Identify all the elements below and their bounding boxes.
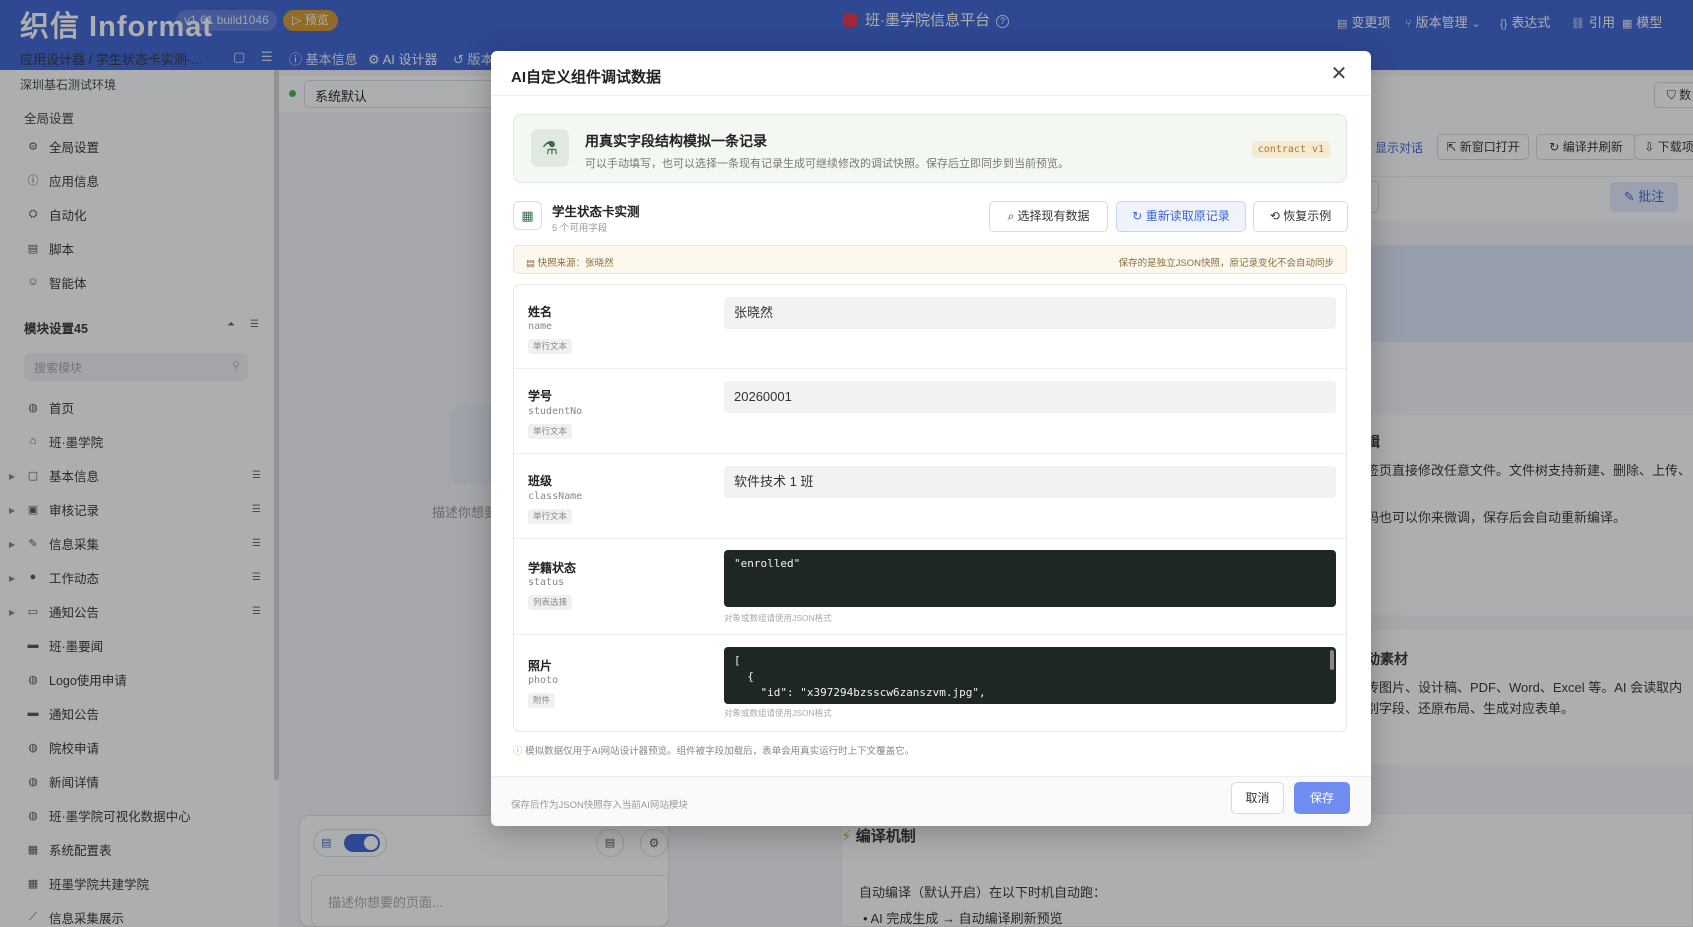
field-type-tag: 列表选择 (528, 595, 573, 610)
field-row: 班级 className 单行文本 软件技术 1 班 (514, 454, 1346, 539)
field-label: 班级 (528, 474, 553, 488)
modal-footer: 保存后作为JSON快照存入当前AI网站模块 取消 保存 (491, 776, 1371, 826)
field-row: 学籍状态 status 列表选择 "enrolled" 对象或数组请使用JSON… (514, 539, 1346, 635)
table-icon: ▦ (513, 201, 542, 230)
test-tube-icon: ⚗ (531, 129, 569, 167)
modal-title: AI自定义组件调试数据 (511, 69, 662, 86)
info-banner: ⚗ 用真实字段结构模拟一条记录 可以手动填写，也可以选择一条现有记录生成可继续修… (513, 114, 1347, 183)
snapshot-note: 保存的是独立JSON快照，原记录变化不会自动同步 (1118, 258, 1334, 269)
status-json-editor[interactable]: "enrolled" (724, 550, 1336, 607)
class-name-input[interactable]: 软件技术 1 班 (724, 466, 1336, 498)
restore-icon: ⟲ (1269, 209, 1280, 223)
field-key: className (528, 491, 583, 502)
contract-badge: contract v1 (1251, 141, 1330, 158)
field-row: 学号 studentNo 单行文本 20260001 (514, 369, 1346, 454)
cancel-button[interactable]: 取消 (1231, 782, 1284, 814)
footer-note: 保存后作为JSON快照存入当前AI网站模块 (511, 800, 688, 811)
photo-json-editor[interactable]: [ { "id": "x397294bzsscw6zanszvm.jpg", "… (724, 647, 1336, 704)
editor-scrollbar[interactable] (1330, 650, 1334, 670)
debug-data-modal: AI自定义组件调试数据 ✕ ⚗ 用真实字段结构模拟一条记录 可以手动填写，也可以… (491, 51, 1371, 826)
info-icon: ⓘ (513, 746, 523, 757)
reload-record-button[interactable]: ↻ 重新读取原记录 (1116, 201, 1246, 232)
snapshot-source: ▤ 快照来源：张晓然 (526, 258, 614, 269)
divider (491, 95, 1371, 96)
field-label: 姓名 (528, 305, 553, 319)
field-type-tag: 附件 (528, 693, 556, 708)
field-row: 姓名 name 单行文本 张晓然 (514, 285, 1346, 369)
field-label: 照片 (528, 659, 553, 673)
field-type-tag: 单行文本 (528, 424, 573, 439)
name-input[interactable]: 张晓然 (724, 297, 1336, 329)
field-row: 照片 photo 附件 [ { "id": "x397294bzsscw6zan… (514, 635, 1346, 731)
banner-title: 用真实字段结构模拟一条记录 (585, 133, 767, 149)
field-list: 姓名 name 单行文本 张晓然 学号 studentNo 单行文本 20260… (513, 284, 1347, 732)
snapshot-source-bar: ▤ 快照来源：张晓然 保存的是独立JSON快照，原记录变化不会自动同步 (513, 245, 1347, 274)
json-hint: 对象或数组请使用JSON格式 (724, 613, 832, 623)
student-no-input[interactable]: 20260001 (724, 381, 1336, 413)
json-hint: 对象或数组请使用JSON格式 (724, 708, 832, 718)
field-key: name (528, 321, 553, 332)
field-label: 学号 (528, 389, 553, 403)
close-icon[interactable]: ✕ (1327, 61, 1351, 85)
save-button[interactable]: 保存 (1294, 782, 1350, 814)
field-type-tag: 单行文本 (528, 339, 573, 354)
field-label: 学籍状态 (528, 561, 577, 575)
field-key: status (528, 577, 565, 588)
clipboard-icon: ▤ (526, 258, 535, 269)
field-key: photo (528, 675, 559, 686)
footnote: ⓘ 模拟数据仅用于AI网站设计器预览。组件被字段加载后，表单会用真实运行时上下文… (513, 746, 915, 757)
select-existing-data-button[interactable]: ⌕ 选择现有数据 (989, 201, 1108, 232)
banner-description: 可以手动填写，也可以选择一条现有记录生成可继续修改的调试快照。保存后立即同步到当… (585, 158, 1069, 170)
field-key: studentNo (528, 406, 583, 417)
search-icon: ⌕ (1007, 209, 1015, 223)
refresh-icon: ↻ (1132, 209, 1143, 223)
restore-example-button[interactable]: ⟲ 恢复示例 (1253, 201, 1348, 232)
entity-title: 学生状态卡实测 (552, 205, 640, 219)
entity-field-count: 5 个可用字段 (552, 223, 608, 234)
field-type-tag: 单行文本 (528, 509, 573, 524)
